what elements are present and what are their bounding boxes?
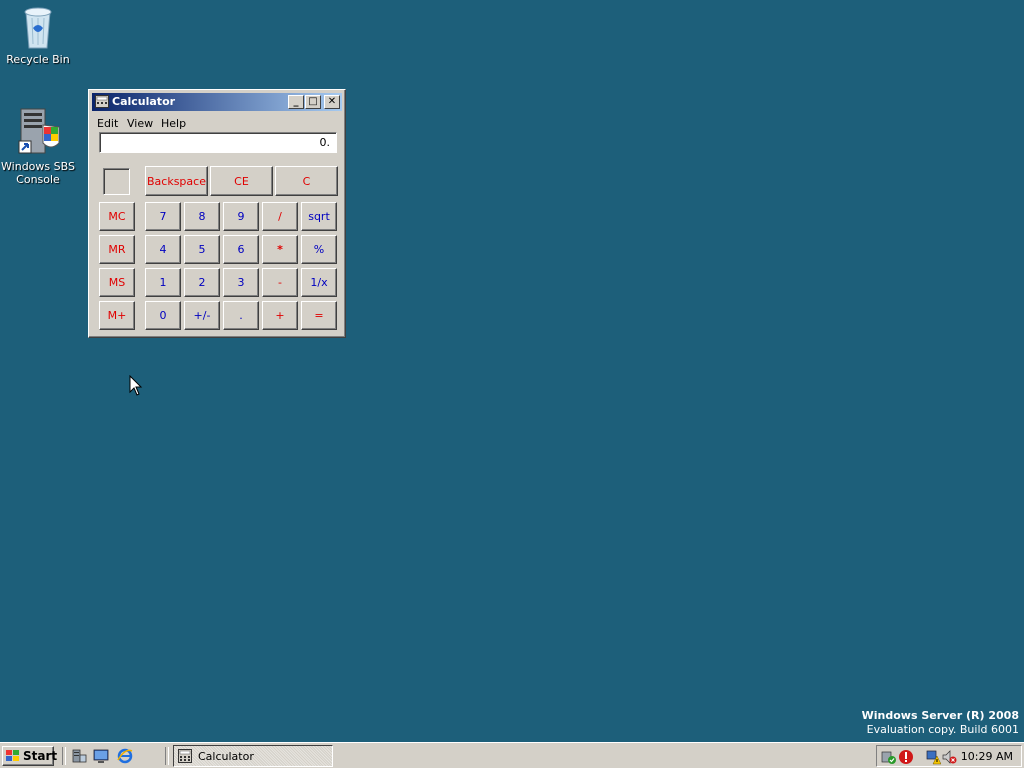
maximize-button[interactable]: □ [305,95,321,109]
menu-edit[interactable]: Edit [97,117,118,130]
calculator-app-icon [95,95,109,108]
digit-9-button[interactable]: 9 [223,202,259,231]
security-shield-icon[interactable] [881,749,897,765]
digit-3-button[interactable]: 3 [223,268,259,297]
add-button[interactable]: + [262,301,298,330]
show-desktop-icon[interactable] [93,748,109,764]
volume-muted-icon[interactable] [941,749,957,765]
calculator-titlebar[interactable]: Calculator _ □ ✕ [92,93,342,111]
digit-5-button[interactable]: 5 [184,235,220,264]
calculator-app-icon [178,749,192,763]
calculator-display: 0. [99,132,337,153]
minimize-button[interactable]: _ [288,95,304,109]
taskbar-separator [62,747,66,765]
taskbar-separator [165,747,169,765]
maximize-icon: □ [308,96,318,107]
digit-6-button[interactable]: 6 [223,235,259,264]
os-watermark-build: Evaluation copy. Build 6001 [866,723,1019,736]
warning-icon[interactable] [925,749,942,765]
digit-2-button[interactable]: 2 [184,268,220,297]
sbs-console-label: Windows SBS Console [1,160,75,186]
internet-explorer-icon[interactable] [117,748,133,764]
digit-7-button[interactable]: 7 [145,202,181,231]
taskbar-clock[interactable]: 10:29 AM [961,750,1013,763]
minimize-icon: _ [293,96,299,107]
server-console-icon [13,105,63,157]
taskbar-button-label: Calculator [198,750,254,763]
server-manager-icon[interactable] [71,748,87,764]
multiply-button[interactable]: * [262,235,298,264]
percent-button[interactable]: % [301,235,337,264]
recycle-bin-icon [20,4,56,50]
memory-indicator [103,168,130,195]
close-button[interactable]: ✕ [324,95,340,109]
digit-1-button[interactable]: 1 [145,268,181,297]
decimal-button[interactable]: . [223,301,259,330]
reciprocal-button[interactable]: 1/x [301,268,337,297]
menu-help[interactable]: Help [161,117,186,130]
close-icon: ✕ [327,96,337,107]
start-label: Start [23,749,58,763]
system-tray: 10:29 AM [876,745,1022,767]
digit-0-button[interactable]: 0 [145,301,181,330]
digit-4-button[interactable]: 4 [145,235,181,264]
memory-add-button[interactable]: M+ [99,301,135,330]
desktop-icon-sbs-console[interactable]: Windows SBS Console [0,105,76,186]
sign-toggle-button[interactable]: +/- [184,301,220,330]
subtract-button[interactable]: - [262,268,298,297]
desktop-icon-recycle-bin[interactable]: Recycle Bin [0,4,76,66]
menu-bar: Edit View Help [92,114,342,132]
backspace-button[interactable]: Backspace [145,166,208,196]
start-button[interactable]: Start [2,746,58,766]
windows-logo-icon [6,750,20,762]
window-title: Calculator [112,95,176,108]
mouse-cursor-icon [129,374,143,397]
calculator-window: Calculator _ □ ✕ Edit View Help 0. Backs… [88,89,346,338]
equals-button[interactable]: = [301,301,337,330]
taskbar: Start Calculator 10:29 AM [0,742,1024,768]
sqrt-button[interactable]: sqrt [301,202,337,231]
memory-clear-button[interactable]: MC [99,202,135,231]
clear-button[interactable]: C [275,166,338,196]
recycle-bin-label: Recycle Bin [6,53,70,66]
digit-8-button[interactable]: 8 [184,202,220,231]
menu-view[interactable]: View [127,117,153,130]
alert-icon[interactable] [898,749,914,765]
os-watermark-title: Windows Server (R) 2008 [861,709,1019,722]
divide-button[interactable]: / [262,202,298,231]
taskbar-button-calculator[interactable]: Calculator [173,745,333,767]
clear-entry-button[interactable]: CE [210,166,273,196]
memory-recall-button[interactable]: MR [99,235,135,264]
memory-store-button[interactable]: MS [99,268,135,297]
